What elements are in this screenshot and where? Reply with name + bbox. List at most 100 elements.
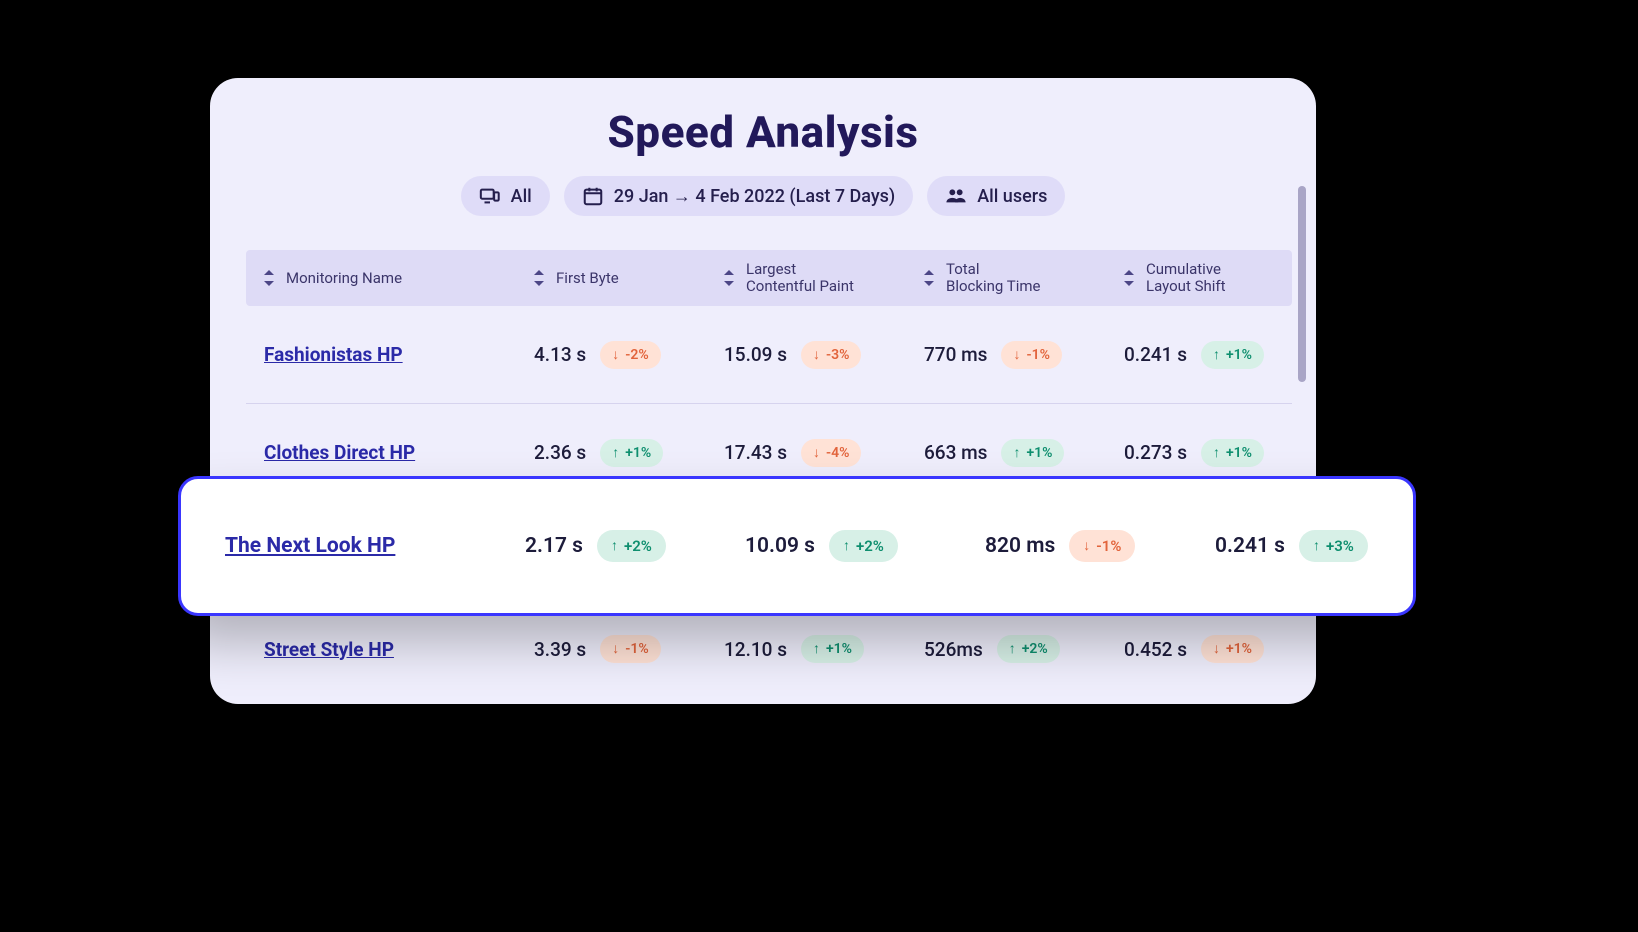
delta-badge: ↓ -1%	[1001, 341, 1061, 369]
delta-value: +1%	[1026, 445, 1052, 461]
delta-badge: ↓ -4%	[801, 439, 861, 467]
arrow-down-icon: ↓	[813, 348, 820, 362]
sort-icon	[924, 270, 936, 286]
arrow-up-icon: ↑	[1213, 446, 1220, 460]
first-byte-value: 3.39 s	[534, 638, 586, 661]
col-label: Monitoring Name	[286, 269, 402, 287]
delta-value: +2%	[624, 537, 652, 555]
users-icon	[945, 185, 967, 207]
delta-badge: ↑ +3%	[1299, 530, 1368, 562]
delta-value: -1%	[1096, 537, 1121, 555]
lcp-value: 17.43 s	[724, 441, 787, 464]
tbt-value: 770 ms	[924, 343, 987, 366]
delta-value: +1%	[1226, 641, 1252, 657]
table-header-row: Monitoring Name First Byte Largest Conte…	[246, 250, 1292, 306]
col-label-line1: Largest	[746, 261, 854, 278]
col-label-line2: Layout Shift	[1146, 278, 1226, 295]
cls-value: 0.452 s	[1124, 638, 1187, 661]
delta-badge: ↑ +2%	[997, 635, 1060, 663]
col-label-line2: Contentful Paint	[746, 278, 854, 295]
monitoring-link[interactable]: The Next Look HP	[225, 534, 395, 558]
col-label: First Byte	[556, 269, 619, 287]
delta-badge: ↑ +2%	[829, 530, 898, 562]
col-label-line1: Total	[946, 261, 1041, 278]
date-filter[interactable]: 29 Jan → 4 Feb 2022 (Last 7 Days)	[564, 176, 913, 216]
sort-icon	[534, 270, 546, 286]
tbt-value: 526ms	[924, 638, 983, 661]
delta-badge: ↓ -1%	[1069, 530, 1135, 562]
device-filter-label: All	[511, 186, 532, 207]
filter-bar: All 29 Jan → 4 Feb 2022 (Last 7 Days) Al…	[210, 176, 1316, 216]
arrow-down-icon: ↓	[1213, 642, 1220, 656]
delta-badge: ↓ -3%	[801, 341, 861, 369]
col-label-line1: Cumulative	[1146, 261, 1226, 278]
arrow-up-icon: ↑	[1213, 348, 1220, 362]
sort-icon	[264, 270, 276, 286]
col-first-byte[interactable]: First Byte	[534, 269, 724, 287]
lcp-value: 10.09 s	[745, 534, 815, 558]
delta-value: +3%	[1326, 537, 1354, 555]
arrow-down-icon: ↓	[813, 446, 820, 460]
users-filter-label: All users	[977, 186, 1047, 207]
delta-value: -3%	[826, 347, 849, 363]
first-byte-value: 2.36 s	[534, 441, 586, 464]
delta-value: +1%	[625, 445, 651, 461]
col-lcp[interactable]: Largest Contentful Paint	[724, 261, 924, 296]
delta-value: +1%	[826, 641, 852, 657]
delta-value: +2%	[856, 537, 884, 555]
lcp-value: 15.09 s	[724, 343, 787, 366]
col-label-line2: Blocking Time	[946, 278, 1041, 295]
table-row: Fashionistas HP 4.13 s ↓ -2% 15.09 s ↓ -3% 770 …	[246, 306, 1292, 404]
delta-badge: ↓ -2%	[600, 341, 660, 369]
monitoring-link[interactable]: Street Style HP	[264, 638, 394, 661]
highlighted-row: The Next Look HP 2.17 s ↑ +2% 10.09 s ↑ +2…	[178, 476, 1416, 616]
col-monitoring-name[interactable]: Monitoring Name	[264, 269, 534, 287]
sort-icon	[724, 270, 736, 286]
users-filter[interactable]: All users	[927, 176, 1065, 216]
arrow-up-icon: ↑	[1313, 539, 1320, 553]
sort-icon	[1124, 270, 1136, 286]
arrow-up-icon: ↑	[612, 446, 619, 460]
monitoring-link[interactable]: Fashionistas HP	[264, 343, 403, 366]
delta-badge: ↑ +1%	[1201, 341, 1264, 369]
delta-value: -1%	[1026, 347, 1049, 363]
delta-value: -4%	[826, 445, 849, 461]
arrow-up-icon: ↑	[1009, 642, 1016, 656]
cls-value: 0.241 s	[1124, 343, 1187, 366]
delta-badge: ↑ +1%	[1001, 439, 1064, 467]
arrow-down-icon: ↓	[1083, 539, 1090, 553]
delta-value: +1%	[1226, 347, 1252, 363]
cls-value: 0.241 s	[1215, 534, 1285, 558]
delta-badge: ↑ +1%	[1201, 439, 1264, 467]
monitoring-link[interactable]: Clothes Direct HP	[264, 441, 415, 464]
delta-value: +1%	[1226, 445, 1252, 461]
delta-value: -1%	[625, 641, 648, 657]
page-title: Speed Analysis	[210, 106, 1316, 158]
arrow-up-icon: ↑	[843, 539, 850, 553]
arrow-down-icon: ↓	[612, 348, 619, 362]
first-byte-value: 4.13 s	[534, 343, 586, 366]
delta-value: +2%	[1022, 641, 1048, 657]
tbt-value: 663 ms	[924, 441, 987, 464]
lcp-value: 12.10 s	[724, 638, 787, 661]
col-cls[interactable]: Cumulative Layout Shift	[1124, 261, 1316, 296]
calendar-icon	[582, 185, 604, 207]
arrow-up-icon: ↑	[813, 642, 820, 656]
arrow-up-icon: ↑	[611, 539, 618, 553]
arrow-down-icon: ↓	[1013, 348, 1020, 362]
delta-badge: ↑ +1%	[801, 635, 864, 663]
delta-badge: ↑ +2%	[597, 530, 666, 562]
delta-badge: ↓ -1%	[600, 635, 660, 663]
devices-icon	[479, 185, 501, 207]
delta-value: -2%	[625, 347, 648, 363]
delta-badge: ↓ +1%	[1201, 635, 1264, 663]
cls-value: 0.273 s	[1124, 441, 1187, 464]
device-filter[interactable]: All	[461, 176, 550, 216]
date-filter-label: 29 Jan → 4 Feb 2022 (Last 7 Days)	[614, 186, 895, 207]
first-byte-value: 2.17 s	[525, 534, 583, 558]
arrow-down-icon: ↓	[612, 642, 619, 656]
delta-badge: ↑ +1%	[600, 439, 663, 467]
tbt-value: 820 ms	[985, 534, 1055, 558]
col-tbt[interactable]: Total Blocking Time	[924, 261, 1124, 296]
arrow-up-icon: ↑	[1013, 446, 1020, 460]
